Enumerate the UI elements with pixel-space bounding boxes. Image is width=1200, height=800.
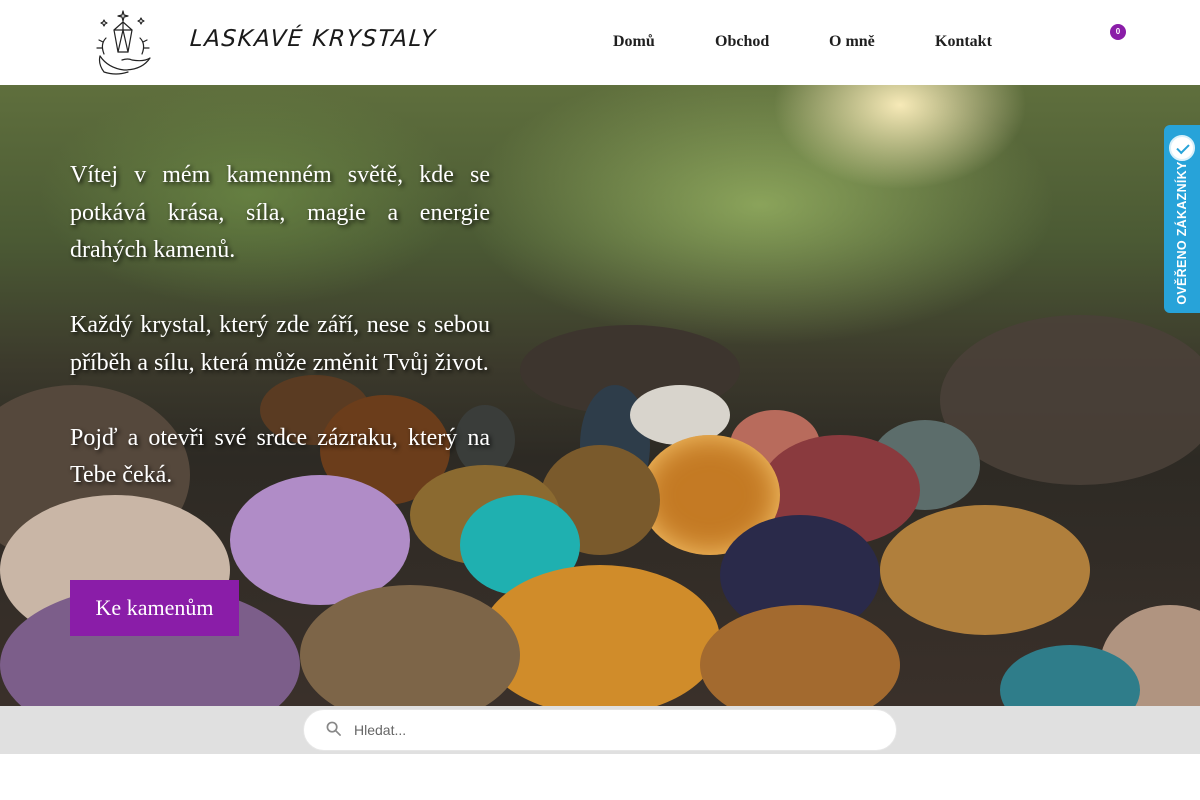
nav-item-domu[interactable]: Domů xyxy=(613,33,655,51)
nav-item-kontakt[interactable]: Kontakt xyxy=(935,33,992,51)
logo-wordmark[interactable]: LASKAVÉ KRYSTALY xyxy=(189,26,437,52)
verified-badge-label: OVĚŘENO ZÁKAZNÍKY xyxy=(1175,161,1189,305)
nav-item-obchod[interactable]: Obchod xyxy=(715,33,769,51)
page-content-start xyxy=(0,754,1200,800)
hero-paragraph: Vítej v mém kamenném světě, kde se potká… xyxy=(70,162,490,263)
hero-intro-text: Vítej v mém kamenném světě, kde se potká… xyxy=(70,157,490,495)
cart-count-badge: 0 xyxy=(1110,24,1126,40)
search-icon[interactable] xyxy=(326,721,341,736)
hero-banner: Vítej v mém kamenném světě, kde se potká… xyxy=(0,85,1200,706)
verified-by-customers-badge[interactable]: OVĚŘENO ZÁKAZNÍKY xyxy=(1164,125,1200,313)
search-input[interactable] xyxy=(354,710,874,750)
verified-seal-icon xyxy=(1169,135,1195,161)
shop-stones-button[interactable]: Ke kamenům xyxy=(70,580,239,636)
hero-paragraph: Pojď a otevři své srdce zázraku, který n… xyxy=(70,424,490,489)
search-section xyxy=(0,706,1200,754)
hero-paragraph: Každý krystal, který zde září, nese s se… xyxy=(70,312,490,376)
crystal-hand-logo-icon[interactable] xyxy=(88,8,158,78)
nav-item-o-mne[interactable]: O mně xyxy=(829,33,875,51)
site-header: LASKAVÉ KRYSTALY Domů Obchod O mně Konta… xyxy=(0,0,1200,85)
search-box xyxy=(303,709,897,751)
cart-button[interactable]: 0 xyxy=(1100,24,1130,58)
